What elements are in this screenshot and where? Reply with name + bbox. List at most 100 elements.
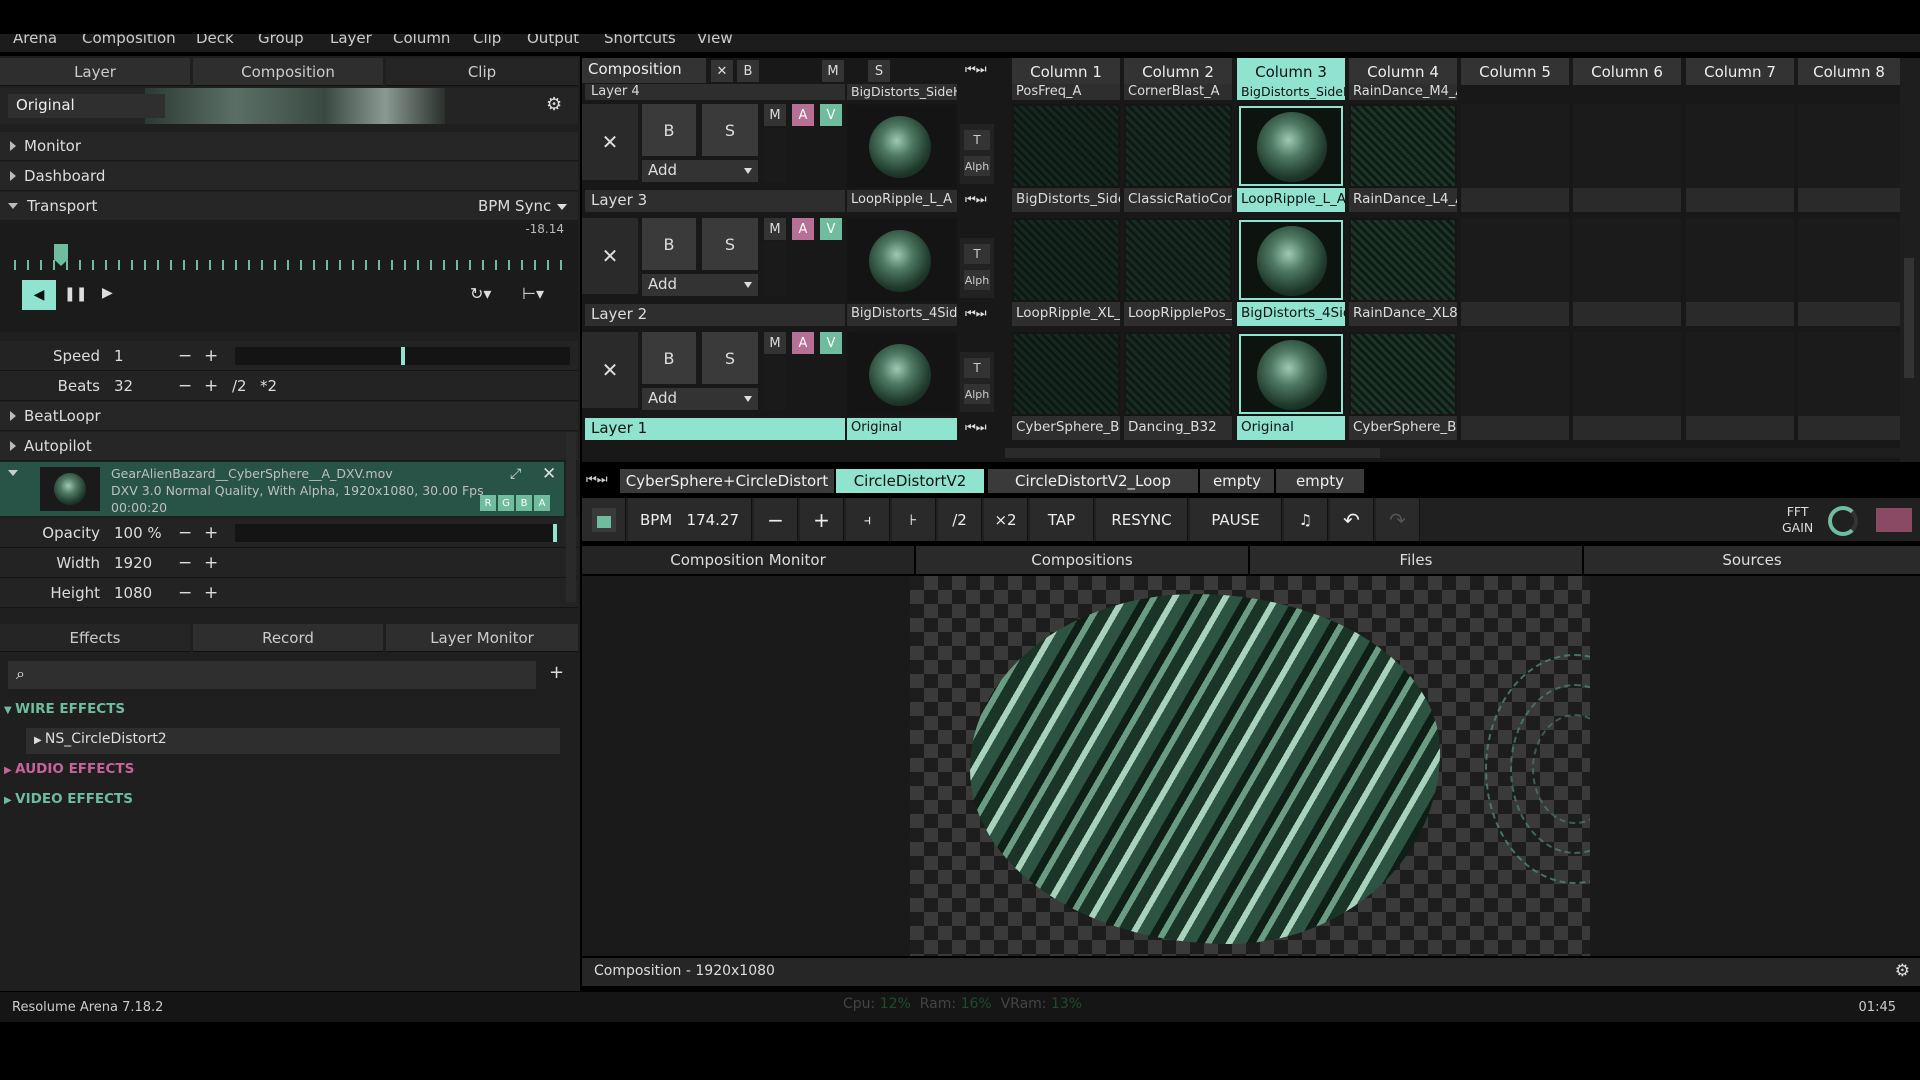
clip-slot[interactable]: LoopRipple_L_A — [1237, 104, 1345, 212]
undo-icon[interactable]: ↶ — [1330, 498, 1374, 541]
layer-solo-button[interactable]: S — [702, 332, 758, 384]
layer-bypass-button[interactable]: B — [642, 218, 696, 270]
monitor-preview[interactable] — [910, 576, 1590, 956]
empty-clip-slot[interactable] — [1461, 332, 1569, 440]
clip-slot[interactable]: CyberSphere_Big — [1349, 332, 1457, 440]
video-effects-header[interactable]: ▶ VIDEO EFFECTS — [4, 791, 133, 807]
grid-scrollbar[interactable] — [1900, 58, 1920, 462]
layer-prev-next[interactable]: ⏮⏭ — [965, 420, 987, 435]
layer-name-label[interactable]: Layer 1 — [585, 418, 845, 440]
gear-icon[interactable]: ⚙ — [1895, 961, 1910, 981]
menu-composition[interactable]: Composition — [82, 34, 176, 47]
deck-prev-next[interactable]: ⏮⏭ — [586, 472, 608, 487]
empty-clip-slot[interactable] — [1686, 218, 1794, 326]
comp-bypass-button[interactable]: B — [737, 60, 759, 82]
column-header-5[interactable]: Column 5 — [1461, 58, 1569, 85]
tab-sources[interactable]: Sources — [1584, 546, 1920, 574]
effect-item-ns-circledistort2[interactable]: ▶ NS_CircleDistort2 — [26, 728, 560, 754]
menu-group[interactable]: Group — [258, 34, 304, 47]
layer-blend-dropdown[interactable]: Add — [642, 274, 758, 296]
beats-minus[interactable]: − — [178, 376, 192, 396]
clip-slot[interactable]: BigDistorts_4Sides_A — [1237, 218, 1345, 326]
resync-button[interactable]: RESYNC — [1096, 498, 1188, 541]
layer-clear-button[interactable]: ✕ — [582, 332, 638, 408]
opacity-slider-handle[interactable] — [553, 524, 557, 542]
layer-master-toggle[interactable]: M — [764, 218, 786, 240]
metronome-icon[interactable]: ♫ — [1284, 498, 1328, 541]
empty-clip-slot[interactable] — [1573, 218, 1681, 326]
bpm-minus-button[interactable]: − — [754, 498, 798, 541]
clip-slot[interactable]: LoopRipple_XL_A — [1012, 218, 1120, 326]
deck-tab-3[interactable]: CircleDistortV2_Loop — [988, 469, 1198, 493]
clip-slot[interactable]: Dancing_B32 — [1124, 332, 1232, 440]
chevron-down-icon[interactable] — [8, 470, 18, 476]
empty-clip-slot[interactable] — [1798, 332, 1900, 440]
channel-r-toggle[interactable]: R — [480, 495, 496, 511]
opacity-slider[interactable] — [235, 524, 557, 542]
speed-value[interactable]: 1 — [114, 347, 124, 365]
layer-audio-toggle[interactable]: A — [792, 332, 814, 354]
preset-dropdown[interactable]: Original — [8, 94, 165, 118]
effects-search-input[interactable]: ⌕ — [8, 661, 536, 689]
channel-a-toggle[interactable]: A — [534, 495, 550, 511]
pause-bpm-button[interactable]: PAUSE — [1190, 498, 1282, 541]
tab-effects[interactable]: Effects — [0, 624, 190, 652]
channel-g-toggle[interactable]: G — [498, 495, 514, 511]
bpm-display[interactable]: BPM 174.27 — [628, 498, 752, 541]
comp-prev-next[interactable]: ⏮⏭ — [965, 62, 987, 77]
tab-files[interactable]: Files — [1250, 546, 1582, 574]
layer-bypass-button[interactable]: B — [642, 332, 696, 384]
empty-clip-slot[interactable] — [1686, 332, 1794, 440]
tab-composition-monitor[interactable]: Composition Monitor — [582, 546, 914, 574]
tab-layer-monitor[interactable]: Layer Monitor — [386, 624, 578, 652]
menu-shortcuts[interactable]: Shortcuts — [604, 34, 676, 47]
play-button[interactable]: ▶ — [102, 285, 113, 301]
column-header-4[interactable]: Column 4 — [1349, 58, 1457, 85]
beats-value[interactable]: 32 — [114, 377, 133, 395]
bpm-plus-button[interactable]: + — [800, 498, 844, 541]
empty-clip-slot[interactable] — [1686, 104, 1794, 212]
height-minus[interactable]: − — [178, 583, 192, 603]
beatloopr-section[interactable]: BeatLoopr — [0, 402, 578, 431]
dashboard-section[interactable]: Dashboard — [0, 162, 578, 191]
column-header-6[interactable]: Column 6 — [1573, 58, 1681, 85]
column-header-1[interactable]: Column 1 — [1012, 58, 1120, 85]
expand-icon[interactable]: ⤢ — [510, 466, 521, 482]
menu-deck[interactable]: Deck — [196, 34, 234, 47]
layer-blend-dropdown[interactable]: Add — [642, 160, 758, 182]
opacity-minus[interactable]: − — [178, 523, 192, 543]
comp-solo-button[interactable]: S — [868, 60, 890, 82]
alpha-toggle[interactable]: Alph — [964, 270, 990, 290]
menu-column[interactable]: Column — [393, 34, 450, 47]
tab-compositions[interactable]: Compositions — [916, 546, 1248, 574]
deck-tab-4[interactable]: empty — [1200, 469, 1274, 493]
layer-opacity-fader[interactable] — [764, 356, 786, 410]
clip-slot[interactable]: RainDance_XL8_A — [1349, 218, 1457, 326]
layer-video-toggle[interactable]: V — [820, 218, 842, 240]
grid-scrollbar-thumb[interactable] — [1904, 258, 1914, 378]
speed-slider[interactable] — [235, 347, 570, 365]
audio-effects-header[interactable]: ▶ AUDIO EFFECTS — [4, 761, 134, 777]
layer-clear-button[interactable]: ✕ — [582, 104, 638, 180]
layer-video-toggle[interactable]: V — [820, 104, 842, 126]
height-plus[interactable]: + — [204, 583, 218, 603]
grid-hscrollbar-thumb[interactable] — [1005, 448, 1380, 458]
layer-4-clip-3[interactable]: BigDistorts_SideH_A — [1237, 84, 1345, 100]
deck-tab-1[interactable]: CyberSphere+CircleDistort — [620, 469, 834, 493]
deck-tab-5[interactable]: empty — [1276, 469, 1364, 493]
loop-mode-icon[interactable]: ↻▾ — [470, 284, 491, 303]
layer-name-label[interactable]: Layer 3 — [585, 190, 845, 212]
menu-layer[interactable]: Layer — [330, 34, 372, 47]
clip-slot[interactable]: BigDistorts_SideV_A — [1012, 104, 1120, 212]
channel-b-toggle[interactable]: B — [516, 495, 532, 511]
alpha-toggle[interactable]: Alph — [964, 384, 990, 404]
grid-hscrollbar[interactable] — [1005, 448, 1900, 458]
nudge-left-icon[interactable]: ⫞ — [846, 498, 890, 541]
clip-slot[interactable]: Original — [1237, 332, 1345, 440]
beats-plus[interactable]: + — [204, 376, 218, 396]
layer-prev-next[interactable]: ⏮⏭ — [965, 306, 987, 321]
timeline-ticks[interactable] — [14, 260, 564, 270]
tab-clip[interactable]: Clip — [386, 58, 578, 86]
layer-4-clip-1[interactable]: PosFreq_A — [1012, 84, 1120, 100]
layer-solo-button[interactable]: S — [702, 218, 758, 270]
